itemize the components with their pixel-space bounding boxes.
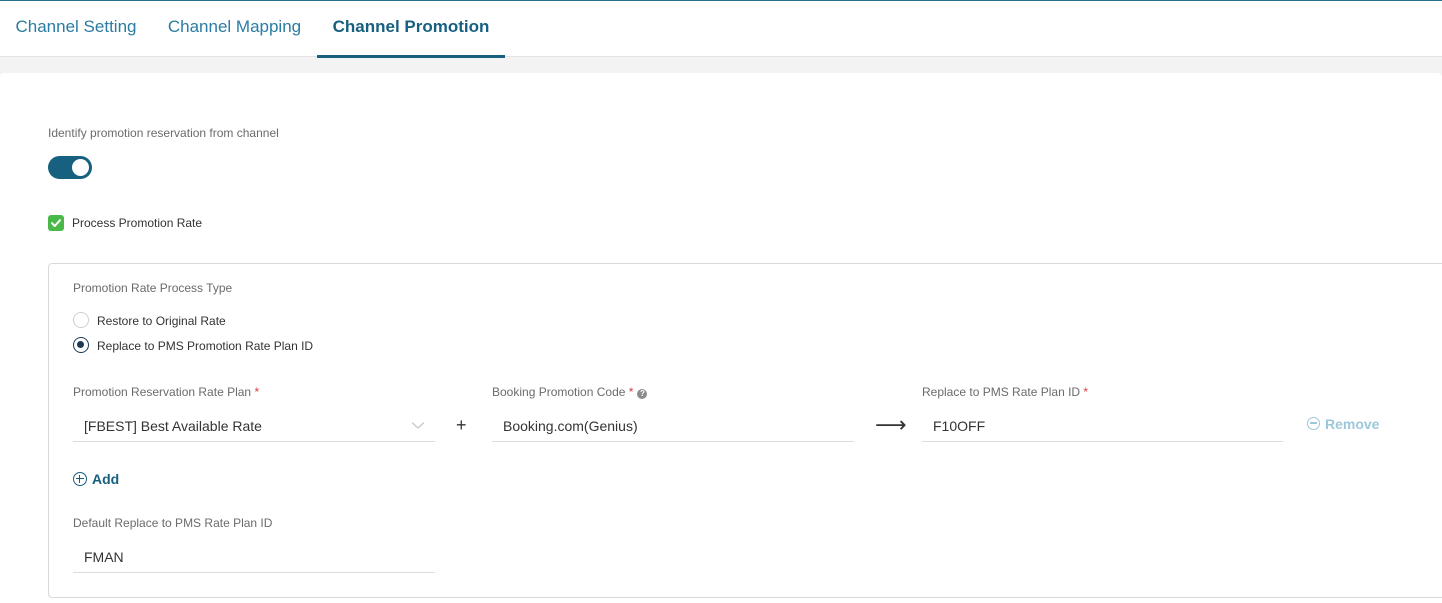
rate-plan-field-label: Promotion Reservation Rate Plan * bbox=[73, 385, 259, 399]
tab-channel-setting[interactable]: Channel Setting bbox=[0, 1, 152, 57]
radio-replace-label: Replace to PMS Promotion Rate Plan ID bbox=[97, 339, 314, 353]
chevron-down-icon bbox=[411, 422, 425, 429]
promo-code-input[interactable]: Booking.com(Genius) bbox=[492, 410, 854, 442]
rate-plan-label-text: Promotion Reservation Rate Plan bbox=[73, 385, 252, 399]
default-pms-value: FMAN bbox=[84, 549, 124, 565]
plus-sign: + bbox=[456, 415, 467, 435]
pms-label-text: Replace to PMS Rate Plan ID bbox=[922, 385, 1081, 399]
process-type-label: Promotion Rate Process Type bbox=[73, 281, 233, 295]
tab-channel-promotion[interactable]: Channel Promotion bbox=[317, 1, 505, 58]
arrow-right-icon: ⟶ bbox=[875, 412, 907, 437]
pms-rate-plan-field-label: Replace to PMS Rate Plan ID * bbox=[922, 385, 1088, 399]
minus-circle-icon bbox=[1307, 417, 1320, 430]
rate-plan-select[interactable]: [FBEST] Best Available Rate bbox=[73, 410, 435, 442]
remove-button[interactable]: Remove bbox=[1307, 416, 1379, 432]
pms-rate-plan-value: F10OFF bbox=[933, 418, 986, 434]
radio-restore-label: Restore to Original Rate bbox=[97, 314, 226, 328]
required-mark: * bbox=[628, 385, 634, 399]
pms-rate-plan-input[interactable]: F10OFF bbox=[922, 410, 1283, 442]
required-mark: * bbox=[1083, 385, 1089, 399]
process-promotion-label: Process Promotion Rate bbox=[72, 216, 203, 230]
default-pms-label: Default Replace to PMS Rate Plan ID bbox=[73, 516, 273, 530]
plus-circle-icon bbox=[73, 472, 87, 486]
add-button[interactable]: Add bbox=[73, 471, 119, 487]
radio-replace-pms-promotion[interactable] bbox=[73, 337, 89, 353]
identify-promotion-toggle[interactable] bbox=[48, 156, 92, 179]
default-pms-input[interactable]: FMAN bbox=[73, 541, 435, 573]
promo-code-label-text: Booking Promotion Code bbox=[492, 385, 626, 399]
promo-code-value: Booking.com(Genius) bbox=[503, 418, 638, 434]
process-promotion-checkbox[interactable] bbox=[48, 215, 64, 231]
remove-label: Remove bbox=[1325, 416, 1380, 432]
rate-plan-value: [FBEST] Best Available Rate bbox=[84, 418, 262, 434]
radio-restore-original-rate[interactable] bbox=[73, 312, 89, 328]
add-label: Add bbox=[92, 471, 120, 487]
toggle-knob bbox=[72, 159, 89, 176]
required-mark: * bbox=[254, 385, 260, 399]
tab-bar: Channel Setting Channel Mapping Channel … bbox=[0, 1, 1442, 58]
identify-promotion-label: Identify promotion reservation from chan… bbox=[48, 126, 279, 140]
tab-channel-mapping[interactable]: Channel Mapping bbox=[152, 1, 317, 57]
promo-code-field-label: Booking Promotion Code *? bbox=[492, 385, 648, 399]
checkmark-icon bbox=[51, 219, 61, 227]
help-icon[interactable]: ? bbox=[637, 389, 648, 399]
